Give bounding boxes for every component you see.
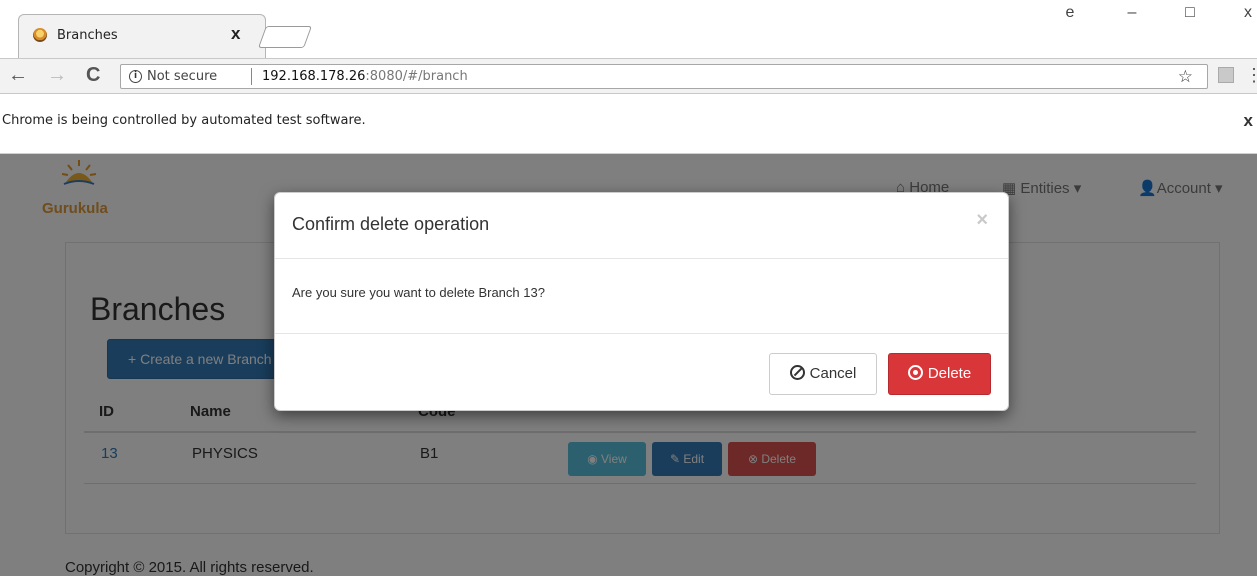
cancel-button[interactable]: Cancel [769, 353, 877, 395]
modal-close-icon[interactable]: × [976, 209, 988, 232]
favicon-icon [33, 28, 47, 42]
back-arrow-icon[interactable]: ← [8, 65, 28, 85]
maximize-button[interactable]: □ [1170, 0, 1210, 30]
modal-footer: Cancel Delete [275, 333, 1008, 412]
url-text[interactable]: 192.168.178.26:8080/#/branch [262, 69, 468, 84]
bookmark-star-icon[interactable]: ☆ [1178, 67, 1193, 87]
profile-icon[interactable]: e [1050, 0, 1090, 30]
confirm-delete-dialog: Confirm delete operation × Are you sure … [274, 192, 1009, 411]
forward-arrow-icon[interactable]: → [47, 65, 67, 85]
infobar-close-icon[interactable]: x [1244, 111, 1253, 131]
browser-titlebar: Branches x e – □ x [0, 0, 1257, 58]
info-icon[interactable]: i [129, 70, 142, 83]
modal-title: Confirm delete operation [292, 214, 490, 234]
address-separator [251, 68, 252, 85]
tab-close-icon[interactable]: x [231, 24, 240, 44]
confirm-delete-button[interactable]: Delete [888, 353, 991, 395]
automation-infobar: Chrome is being controlled by automated … [0, 94, 1257, 154]
new-tab-button[interactable] [257, 26, 313, 48]
browser-toolbar: ← → C i Not secure 192.168.178.26:8080/#… [0, 58, 1257, 94]
tab-title: Branches [57, 28, 118, 43]
cancel-label: Cancel [809, 365, 857, 382]
modal-message: Are you sure you want to delete Branch 1… [292, 285, 545, 300]
browser-tab[interactable]: Branches x [18, 14, 266, 58]
extension-icon[interactable] [1218, 67, 1234, 83]
minimize-button[interactable]: – [1112, 0, 1152, 30]
browser-menu-icon[interactable]: ⋮ [1245, 65, 1257, 86]
security-label: Not secure [147, 69, 218, 84]
ban-icon [789, 365, 805, 380]
address-bar[interactable]: i Not secure 192.168.178.26:8080/#/branc… [120, 64, 1208, 89]
remove-circle-icon [907, 365, 923, 380]
modal-header: Confirm delete operation × [275, 193, 1008, 259]
reload-icon[interactable]: C [86, 65, 100, 85]
delete-label: Delete [927, 365, 972, 382]
url-host: 192.168.178.26 [262, 69, 366, 84]
url-path: :8080/#/branch [365, 69, 468, 84]
close-window-button[interactable]: x [1228, 0, 1257, 30]
infobar-message: Chrome is being controlled by automated … [2, 113, 366, 128]
